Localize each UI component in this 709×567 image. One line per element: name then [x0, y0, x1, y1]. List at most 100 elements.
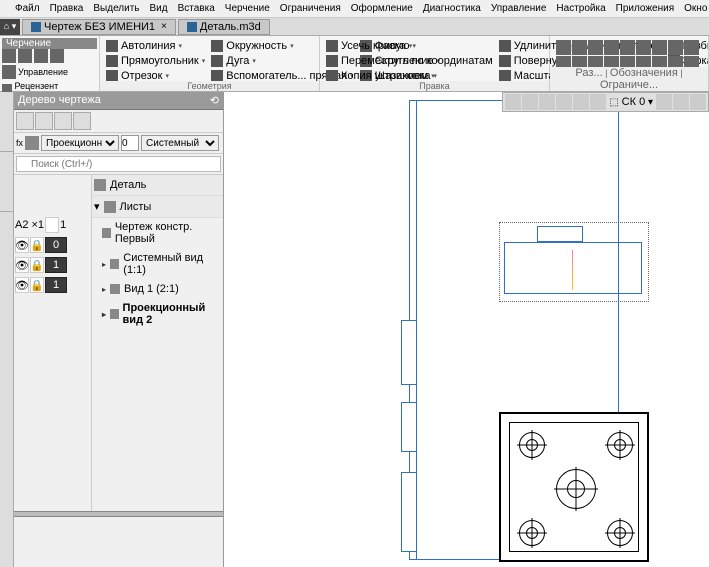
tool-icon[interactable] — [620, 40, 635, 55]
print-icon[interactable] — [50, 49, 64, 63]
trim-icon — [326, 40, 338, 52]
sheets-icon — [104, 201, 116, 213]
menu-file[interactable]: Файл — [10, 3, 45, 14]
canvas-tool-icon[interactable] — [573, 94, 589, 110]
view-row[interactable]: 👁🔒1 — [14, 275, 91, 295]
ribbon-item[interactable]: Управление — [18, 67, 68, 77]
tree-view-item[interactable]: ▸Системный вид (1:1) — [92, 249, 223, 280]
canvas-toolbar: ⬚ СК 0 ▾ — [502, 92, 709, 112]
view-list-column: A2 ×11 👁🔒0 👁🔒1 👁🔒1 — [14, 175, 92, 511]
menu-constraints[interactable]: Ограничения — [275, 3, 346, 14]
tree-view-item-active[interactable]: ▸Проекционный вид 2 — [92, 299, 223, 330]
toolbar-icon[interactable] — [54, 112, 72, 130]
view-select[interactable]: Проекционный... — [41, 135, 119, 151]
hole-icon — [556, 469, 596, 509]
panel-title: Дерево чертежа — [18, 94, 101, 107]
menu-drawing[interactable]: Черчение — [220, 3, 275, 14]
group-labels: Раз... | Обозначения | Ограниче... — [550, 67, 708, 91]
canvas-tool-icon[interactable] — [590, 94, 606, 110]
titleblock-cell — [401, 402, 417, 452]
home-tab-icon[interactable]: ⌂ ▾ — [0, 19, 20, 35]
cs-select[interactable]: ⬚ СК 0 ▾ — [607, 96, 655, 108]
view-icon — [110, 259, 119, 269]
view-row[interactable]: 👁🔒0 — [14, 235, 91, 255]
side-tab[interactable] — [0, 92, 13, 152]
search-row — [14, 154, 223, 175]
new-icon[interactable] — [2, 49, 16, 63]
tab-drawing[interactable]: Чертеж БЕЗ ИМЕНИ1 × — [22, 19, 176, 35]
tool-icon[interactable] — [556, 40, 571, 55]
hole-icon — [607, 432, 633, 458]
tree-sheets[interactable]: ▾Листы — [92, 196, 223, 218]
menu-manage[interactable]: Управление — [486, 3, 552, 14]
canvas-tool-icon[interactable] — [656, 94, 672, 110]
search-input[interactable] — [16, 156, 221, 172]
toolbar-icon[interactable] — [35, 112, 53, 130]
menu-edit[interactable]: Правка — [45, 3, 89, 14]
tool-icon[interactable] — [572, 40, 587, 55]
trim-button[interactable]: Усечь кривую▾ — [324, 38, 495, 53]
panel-toolbar — [14, 110, 223, 133]
menu-window[interactable]: Окно — [679, 3, 709, 14]
menu-format[interactable]: Оформление — [346, 3, 418, 14]
paper-row[interactable]: A2 ×11 — [14, 215, 91, 235]
rectangle-button[interactable]: Прямоугольник▾ — [104, 53, 207, 68]
tab-part[interactable]: Деталь.m3d — [178, 19, 270, 35]
layer-select[interactable]: Системный слой — [141, 135, 219, 151]
move-button[interactable]: Переместить по координатам — [324, 53, 495, 68]
menu-select[interactable]: Выделить — [88, 3, 144, 14]
titleblock-cell — [401, 472, 417, 552]
menu-insert[interactable]: Вставка — [173, 3, 220, 14]
tree-view-item[interactable]: ▸Вид 1 (2:1) — [92, 280, 223, 299]
ribbon-group-right: Раз... | Обозначения | Ограниче... — [550, 36, 709, 91]
tool-icon[interactable] — [668, 40, 683, 55]
hole-icon — [607, 520, 633, 546]
hole-icon — [519, 432, 545, 458]
menu-view[interactable]: Вид — [145, 3, 173, 14]
view-geometry — [504, 242, 642, 294]
canvas-tool-icon[interactable] — [505, 94, 521, 110]
manage-icon[interactable] — [2, 65, 16, 79]
auxline-icon — [211, 70, 223, 82]
view-row[interactable]: 👁🔒1 — [14, 255, 91, 275]
canvas-tool-icon[interactable] — [556, 94, 572, 110]
layer-num-input[interactable] — [121, 135, 139, 151]
tool-icon[interactable] — [652, 40, 667, 55]
menu-diagnostics[interactable]: Диагностика — [418, 3, 486, 14]
tool-icon[interactable] — [636, 40, 651, 55]
drawing-canvas[interactable]: ⬚ СК 0 ▾ — [224, 92, 709, 567]
canvas-tool-icon[interactable] — [522, 94, 538, 110]
toolbar-icon[interactable] — [73, 112, 91, 130]
view-icon — [110, 309, 119, 319]
autoline-button[interactable]: Автолиния▾ — [104, 38, 207, 53]
copy-icon — [326, 70, 338, 82]
part-icon — [94, 179, 106, 191]
side-tab[interactable] — [0, 152, 13, 212]
circle-icon — [211, 40, 223, 52]
tool-icon[interactable] — [588, 40, 603, 55]
canvas-tool-icon[interactable] — [673, 94, 689, 110]
checkbox[interactable] — [45, 217, 59, 233]
tab-label: Чертеж БЕЗ ИМЕНИ1 — [44, 21, 155, 33]
canvas-tool-icon[interactable] — [690, 94, 706, 110]
open-icon[interactable] — [18, 49, 32, 63]
drawing-doc-icon — [31, 22, 41, 32]
pin-icon[interactable]: ⟲ — [210, 94, 219, 107]
canvas-tool-icon[interactable] — [539, 94, 555, 110]
arc-icon — [211, 55, 223, 67]
toolbar-icon[interactable] — [16, 112, 34, 130]
menu-settings[interactable]: Настройка — [551, 3, 610, 14]
ribbon-title: Черчение — [2, 38, 97, 49]
tree-root[interactable]: Деталь — [92, 175, 223, 196]
tool-icon[interactable] — [684, 40, 699, 55]
part-outline — [499, 412, 649, 562]
save-icon[interactable] — [34, 49, 48, 63]
close-icon[interactable]: × — [161, 21, 167, 32]
panel-header: Дерево чертежа ⟲ — [14, 92, 223, 110]
part-doc-icon — [187, 22, 197, 32]
tree-sheet-item[interactable]: Чертеж констр. Первый — [92, 218, 223, 249]
menu-apps[interactable]: Приложения — [611, 3, 680, 14]
tree-panel: Дерево чертежа ⟲ fx Проекционный... Сист… — [14, 92, 224, 567]
tool-icon[interactable] — [604, 40, 619, 55]
bottom-panel — [14, 517, 223, 567]
